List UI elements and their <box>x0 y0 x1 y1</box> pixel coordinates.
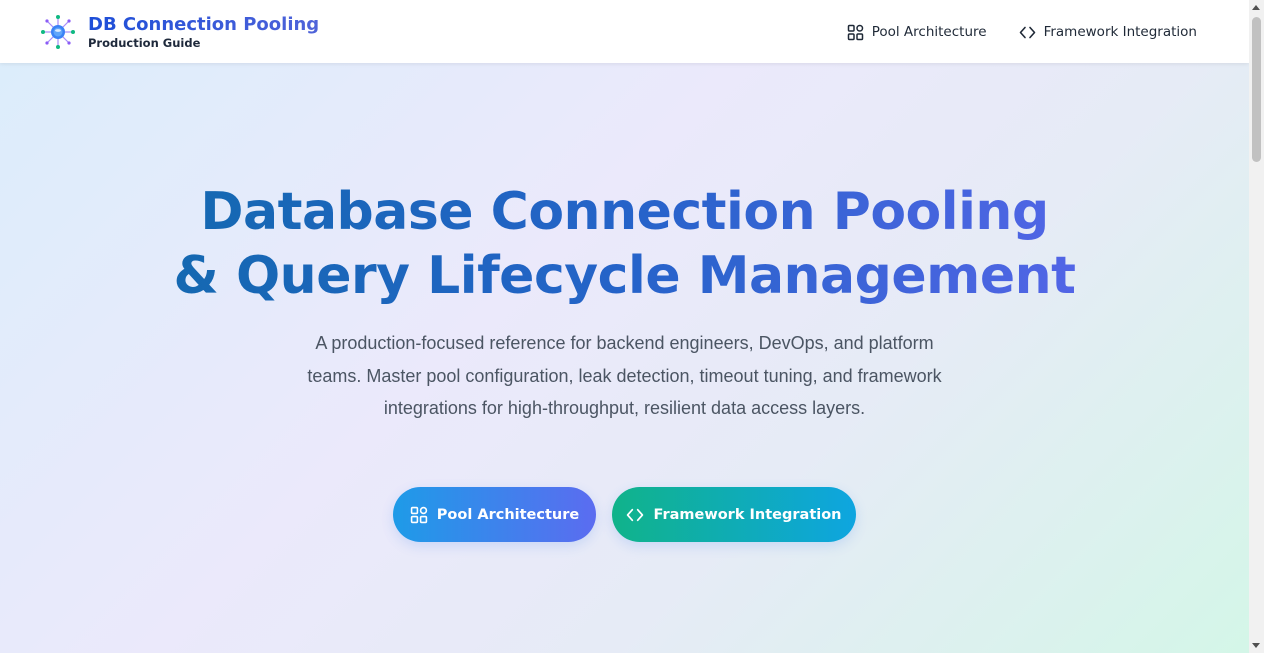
code-icon <box>627 508 644 521</box>
page-scrollbar[interactable] <box>1249 0 1264 653</box>
button-label: Framework Integration <box>653 506 842 523</box>
nav-link-pool-architecture[interactable]: Pool Architecture <box>847 20 987 44</box>
framework-integration-button[interactable]: Framework Integration <box>612 487 856 542</box>
top-nav: Pool Architecture Framework Integration <box>815 20 1197 44</box>
pool-architecture-button[interactable]: Pool Architecture <box>393 487 596 542</box>
scroll-down-arrow-icon[interactable] <box>1252 643 1260 648</box>
hero-title-line-2: & Query Lifecycle Management <box>173 246 1076 306</box>
button-label: Pool Architecture <box>436 506 580 523</box>
nav-link-label: Framework Integration <box>1043 24 1197 40</box>
code-icon <box>1019 26 1035 38</box>
network-node-icon <box>40 14 76 50</box>
hero-section: Database Connection Pooling & Query Life… <box>0 63 1249 653</box>
cta-row: Pool Architecture Framework Integration <box>393 487 856 542</box>
brand[interactable]: DB Connection Pooling Production Guide <box>40 14 319 50</box>
hero-title-line-1: Database Connection Pooling <box>200 182 1049 242</box>
nav-link-framework-integration[interactable]: Framework Integration <box>1019 20 1197 44</box>
grid-icon <box>410 506 427 523</box>
brand-title: DB Connection Pooling <box>88 14 320 35</box>
nav-link-label: Pool Architecture <box>871 24 987 40</box>
grid-icon <box>847 24 863 40</box>
scroll-up-arrow-icon[interactable] <box>1252 5 1260 10</box>
hero-description: A production-focused reference for backe… <box>307 333 942 418</box>
scroll-thumb[interactable] <box>1252 17 1261 162</box>
hero-title: Database Connection Pooling & Query Life… <box>0 180 1249 308</box>
brand-subtitle: Production Guide <box>88 36 201 50</box>
top-header: DB Connection Pooling Production Guide P… <box>0 0 1249 63</box>
